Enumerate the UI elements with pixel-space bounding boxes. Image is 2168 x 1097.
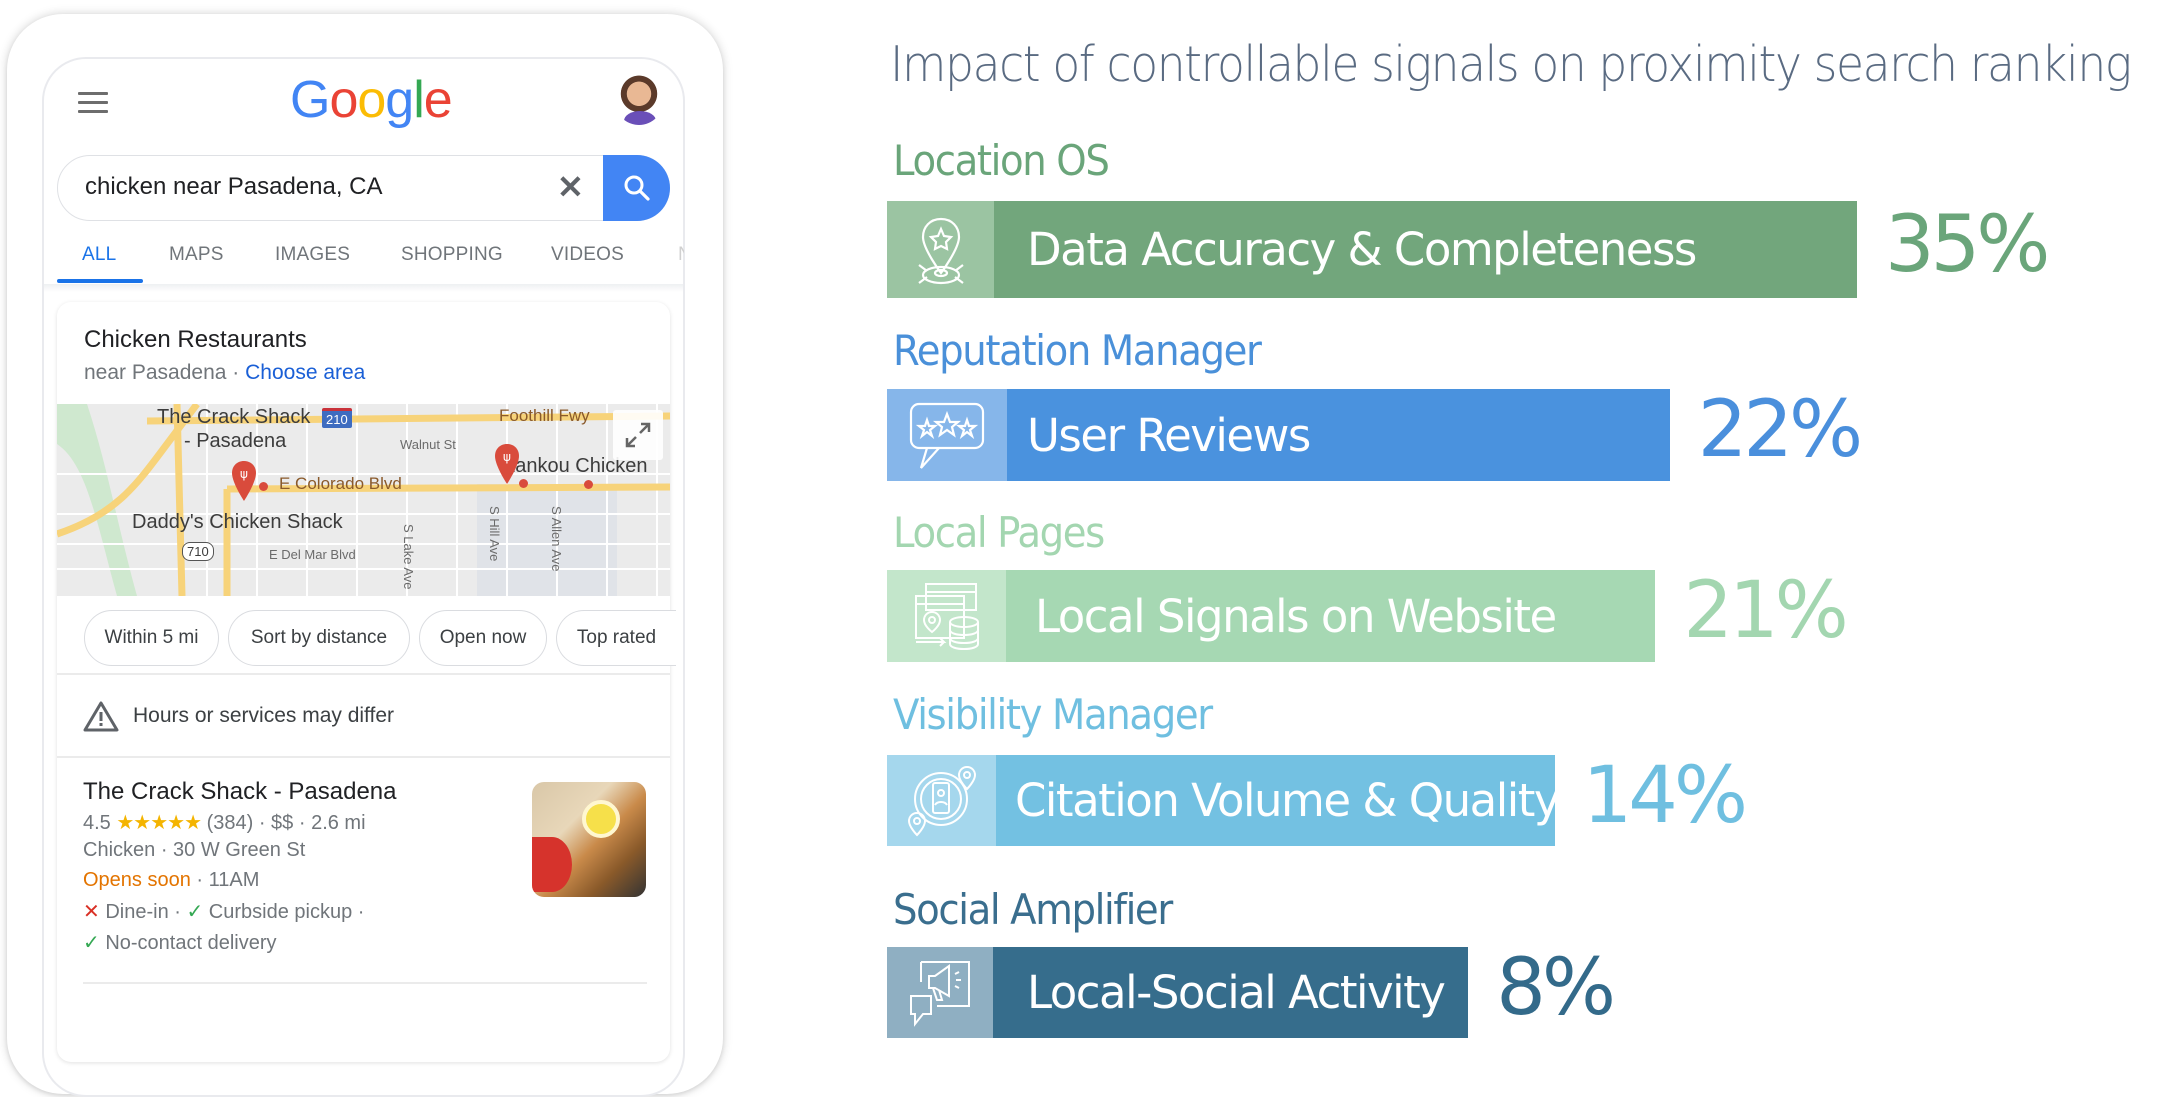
review-stars-icon	[887, 389, 1007, 481]
citation-phone-icon	[887, 755, 996, 846]
choose-area-link[interactable]: Choose area	[245, 361, 365, 384]
bar-label: Data Accuracy & Completeness	[1027, 223, 1697, 276]
result-delivery: ✓ No-contact delivery	[83, 930, 277, 955]
chip-top-rated[interactable]: Top rated	[556, 610, 676, 666]
result-hours: Opens soon · 11AM	[83, 869, 259, 892]
svg-text:ψ: ψ	[240, 467, 248, 481]
map-label-colorado: E Colorado Blvd	[279, 474, 402, 493]
map-label-crack-shack: The Crack Shack	[157, 406, 311, 428]
map-roads	[57, 404, 670, 596]
map-pin-zankou[interactable]: ψ	[495, 444, 519, 484]
check-icon: ✓	[186, 901, 204, 923]
google-logo[interactable]: Google	[290, 70, 453, 130]
rating-value: 4.5	[83, 812, 111, 834]
value-label: 21%	[1683, 566, 1848, 656]
hours-notice: Hours or services may differ	[133, 704, 395, 727]
location-star-icon	[887, 201, 994, 298]
result-category-address: Chicken · 30 W Green St	[83, 839, 306, 861]
rating-stars-icon: ★★★★★	[116, 812, 202, 834]
bar: User Reviews	[887, 389, 1670, 481]
divider	[83, 982, 647, 984]
tab-videos[interactable]: VIDEOS	[551, 244, 624, 266]
tab-all[interactable]: ALL	[82, 244, 116, 266]
value-label: 14%	[1582, 750, 1748, 841]
megaphone-icon	[887, 947, 993, 1038]
map-dot	[259, 482, 268, 491]
route-710-shield: 710	[182, 542, 214, 561]
group-label: Social Amplifier	[893, 885, 1173, 934]
bar-label: Citation Volume & Quality	[1015, 774, 1561, 827]
chart-title: Impact of controllable signals on proxim…	[890, 36, 2132, 93]
map-label-walnut: Walnut St	[400, 437, 456, 452]
value-label: 22%	[1697, 385, 1863, 475]
tab-images[interactable]: IMAGES	[275, 244, 350, 266]
map-pin-crack-shack[interactable]: ψ	[232, 461, 256, 501]
map-dot	[519, 479, 528, 488]
menu-icon[interactable]	[78, 92, 108, 114]
search-button[interactable]	[603, 155, 670, 221]
map-label-del-mar: E Del Mar Blvd	[269, 547, 356, 562]
local-pack-title: Chicken Restaurants	[84, 326, 307, 353]
map-label-allen: S Allen Ave	[549, 506, 564, 572]
value-label: 8%	[1496, 942, 1616, 1033]
interstate-210-shield: 210	[322, 408, 352, 428]
bar-label: User Reviews	[1027, 408, 1311, 462]
map[interactable]: The Crack Shack - Pasadena Zankou Chicke…	[57, 404, 670, 596]
service-curbside: Curbside pickup ·	[208, 901, 365, 923]
chip-open-now[interactable]: Open now	[419, 610, 547, 666]
divider	[57, 756, 670, 758]
location-text: near Pasadena ·	[84, 361, 246, 384]
bar-label: Local Signals on Website	[1035, 589, 1557, 643]
search-query-text[interactable]: chicken near Pasadena, CA	[85, 173, 383, 201]
service-delivery: No-contact delivery	[105, 932, 277, 954]
svg-text:ψ: ψ	[503, 450, 511, 464]
tabs-shadow	[44, 284, 683, 292]
map-label-hill: S Hill Ave	[487, 506, 502, 562]
result-rating-line: 4.5 ★★★★★ (384) · $$ · 2.6 mi	[83, 810, 366, 835]
value-label: 35%	[1885, 199, 2050, 290]
map-label-daddys: Daddy's Chicken Shack	[132, 511, 343, 533]
bar: Local-Social Activity	[887, 947, 1469, 1038]
group-label: Local Pages	[893, 508, 1105, 557]
bar: Data Accuracy & Completeness	[887, 201, 1857, 298]
map-dot	[584, 480, 593, 489]
bar: Local Signals on Website	[887, 570, 1656, 662]
chip-sort-by-distance[interactable]: Sort by distance	[228, 610, 410, 666]
service-dine-in: Dine-in ·	[105, 901, 187, 923]
result-thumbnail[interactable]	[532, 782, 646, 897]
group-label: Location OS	[893, 136, 1110, 185]
tab-shopping[interactable]: SHOPPING	[401, 244, 503, 266]
x-icon: ✕	[83, 901, 100, 923]
user-avatar[interactable]	[614, 73, 664, 125]
check-icon: ✓	[83, 932, 100, 954]
open-time: · 11AM	[190, 869, 260, 891]
map-label-crack-shack-2: - Pasadena	[184, 430, 287, 452]
tab-maps[interactable]: MAPS	[169, 244, 224, 266]
open-status: Opens soon	[83, 869, 191, 891]
chip-within-5-mi[interactable]: Within 5 mi	[84, 610, 219, 666]
clear-icon[interactable]: ✕	[557, 168, 584, 206]
bar: Citation Volume & Quality	[887, 755, 1561, 846]
result-name[interactable]: The Crack Shack - Pasadena	[83, 778, 397, 806]
active-tab-indicator	[57, 279, 143, 283]
warning-icon	[83, 701, 119, 732]
expand-map-button[interactable]	[613, 410, 663, 460]
divider	[57, 673, 670, 675]
bar-label: Local-Social Activity	[1027, 966, 1446, 1019]
map-label-foothill: Foothill Fwy	[499, 406, 590, 425]
group-label: Visibility Manager	[893, 690, 1213, 739]
map-label-lake: S Lake Ave	[401, 524, 416, 590]
group-label: Reputation Manager	[893, 326, 1262, 375]
expand-icon	[625, 422, 651, 448]
reviews-price-distance: (384) · $$ · 2.6 mi	[206, 812, 366, 834]
tab-more[interactable]: N	[678, 244, 684, 266]
website-database-icon	[887, 570, 1006, 662]
local-pack-subtitle: near Pasadena · Choose area	[84, 361, 365, 385]
search-icon	[624, 175, 650, 201]
result-services: ✕ Dine-in · ✓ Curbside pickup ·	[83, 899, 364, 924]
